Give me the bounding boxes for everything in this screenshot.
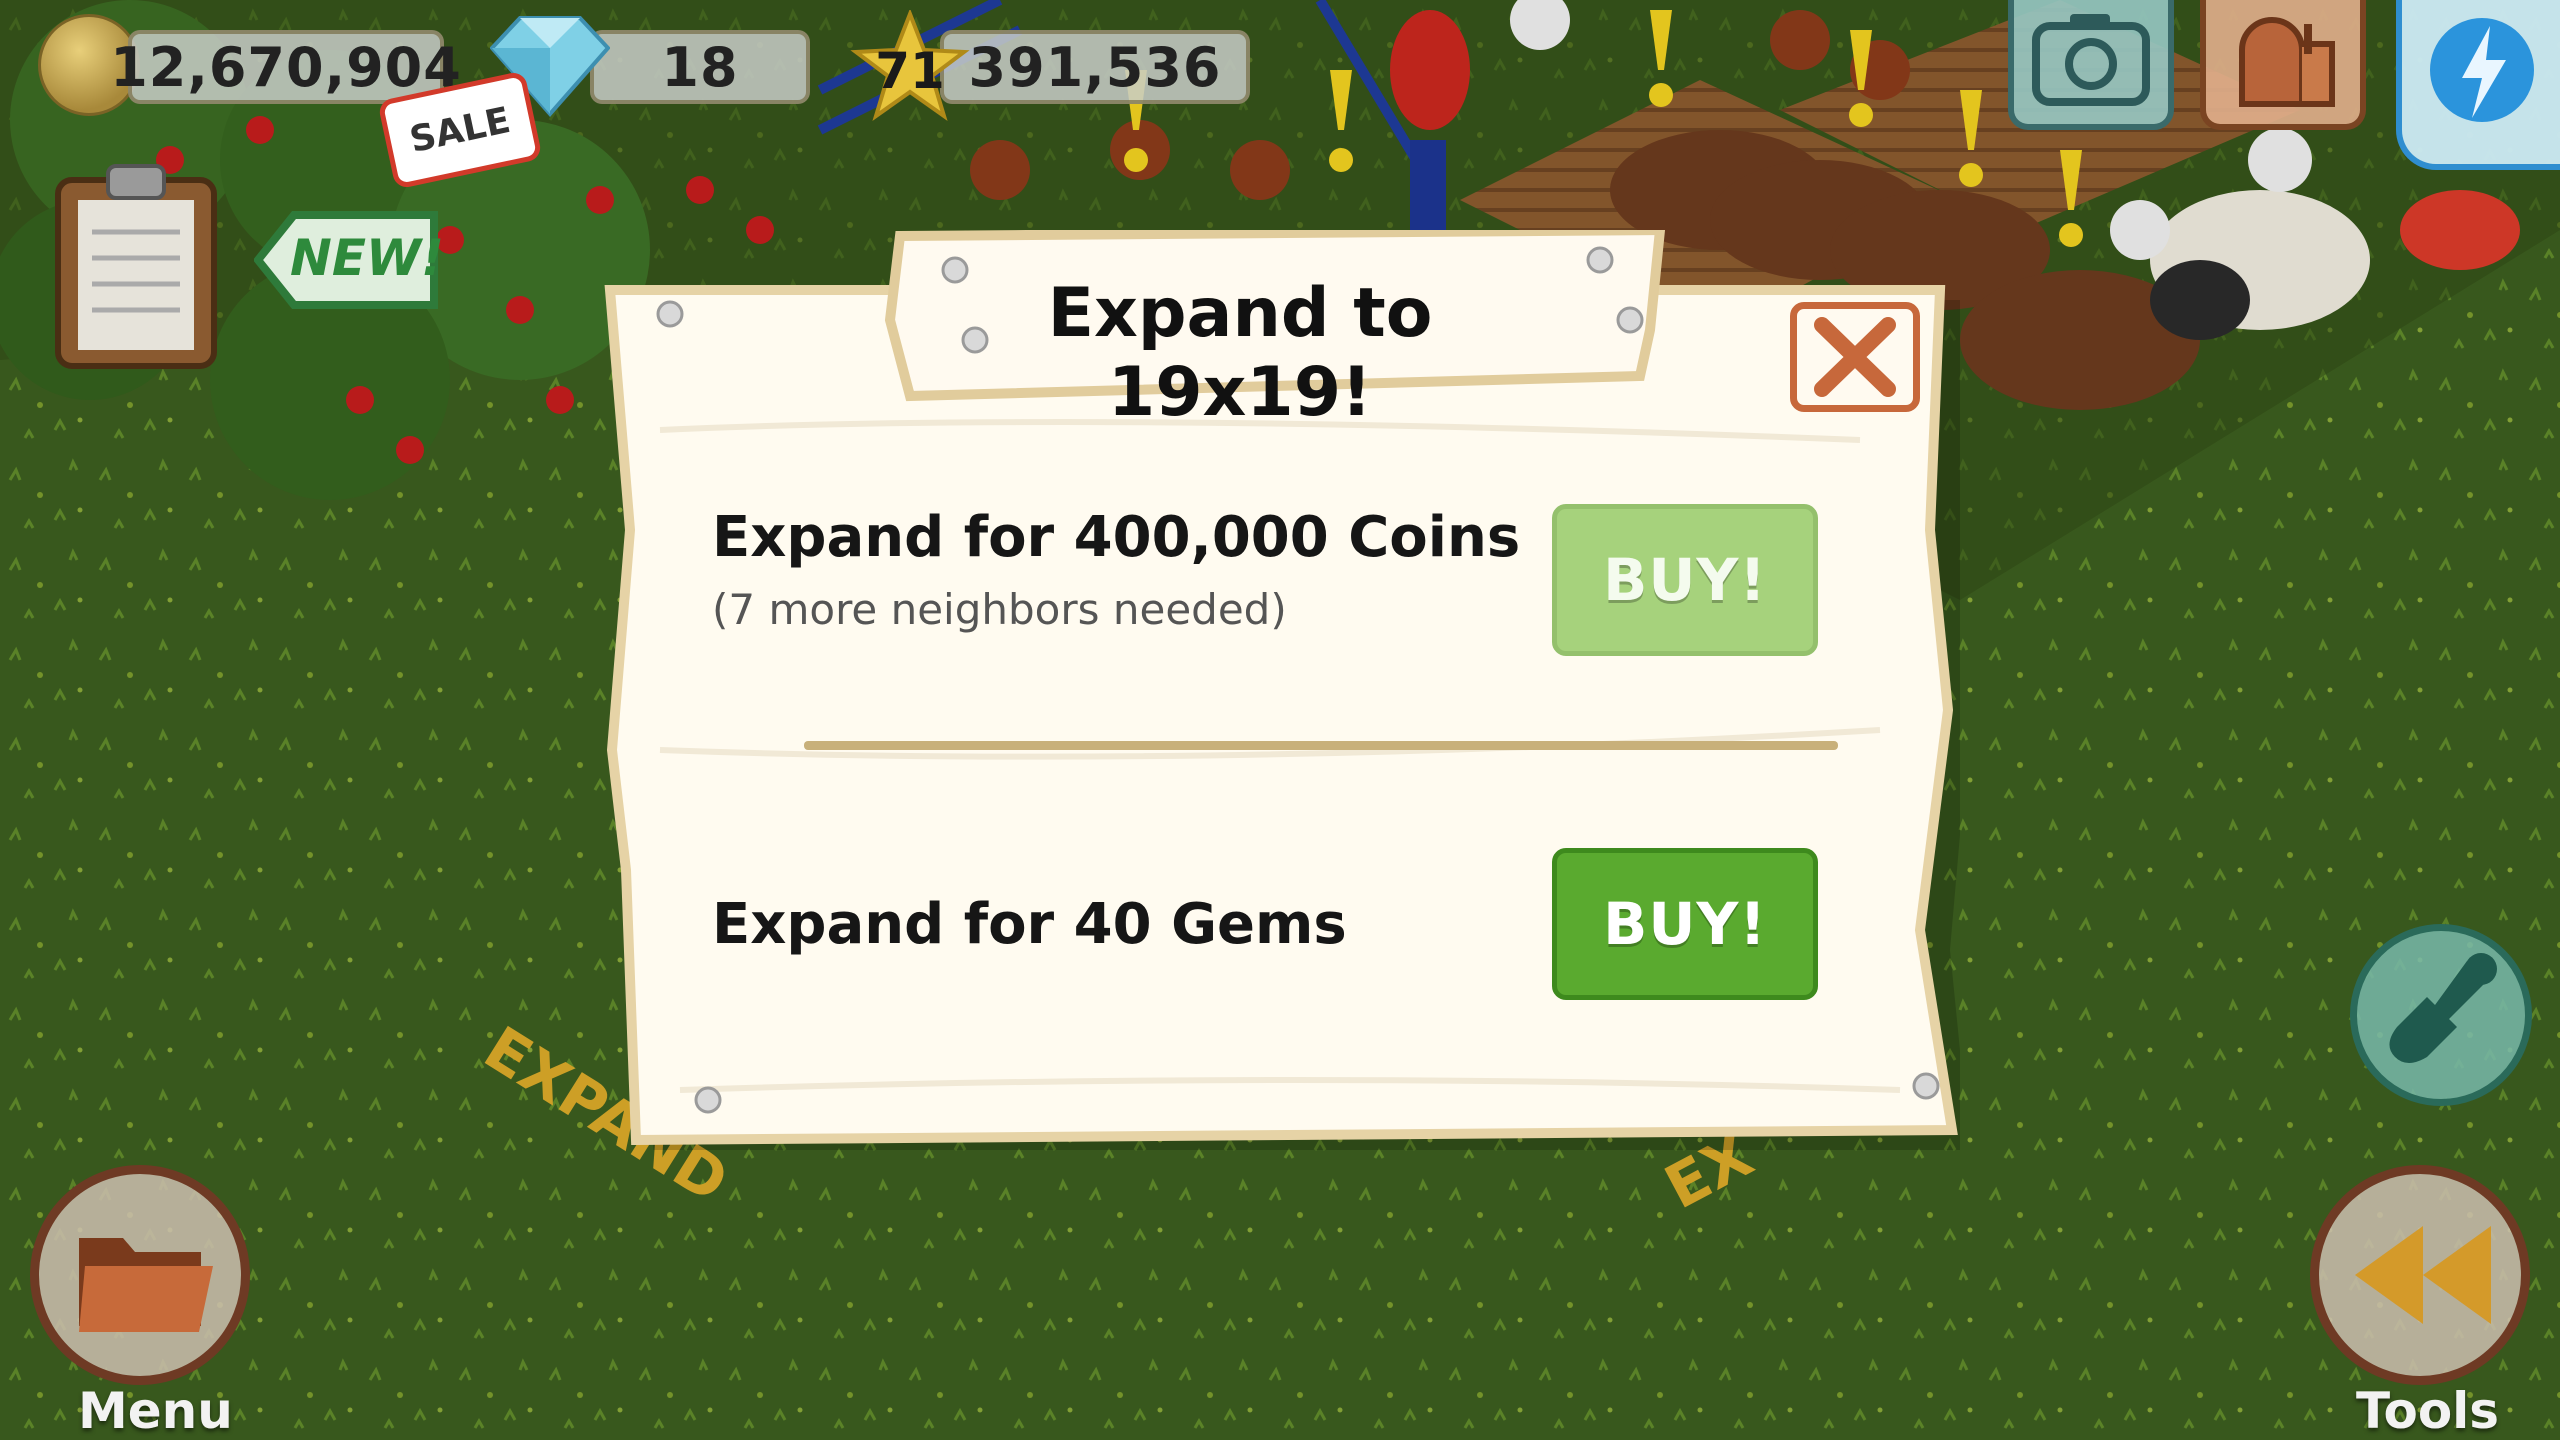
coin-value: 12,670,904 (110, 30, 461, 104)
camera-button[interactable] (2008, 0, 2174, 130)
mailbox-button[interactable] (2200, 0, 2366, 130)
close-icon (1814, 317, 1896, 397)
buy-gems-button[interactable]: BUY! (1552, 848, 1818, 1000)
tools-button[interactable] (2310, 1165, 2530, 1385)
mailbox-icon (2239, 17, 2335, 107)
menu-button[interactable] (30, 1165, 250, 1385)
neighbors-needed-note: (7 more neighbors needed) (712, 585, 1287, 634)
expand-gems-title: Expand for 40 Gems (712, 892, 1347, 957)
folder-icon (79, 1238, 213, 1332)
close-button[interactable] (1790, 302, 1920, 412)
new-label: NEW! (290, 229, 444, 287)
expand-coins-title: Expand for 400,000 Coins (712, 505, 1521, 570)
expand-dialog: Expand to 19x19! (600, 230, 1960, 1150)
tools-label: Tools (2356, 1382, 2500, 1440)
buy-coins-button[interactable]: BUY! (1552, 504, 1818, 656)
gem-value: 18 (590, 30, 810, 104)
shovel-button[interactable] (2350, 924, 2532, 1106)
social-button[interactable] (2396, 0, 2560, 170)
sale-label: SALE (406, 99, 514, 161)
xp-value: 391,536 (940, 30, 1250, 104)
option-divider (804, 741, 1838, 750)
dialog-title: Expand to 19x19! (1047, 274, 1433, 432)
rewind-icon (2355, 1226, 2491, 1324)
clipboard-button[interactable] (52, 162, 220, 372)
lightning-globe-icon (2430, 18, 2534, 122)
camera-icon (2032, 14, 2150, 106)
clipboard-icon (55, 164, 217, 369)
new-sign[interactable]: NEW! (254, 205, 444, 315)
menu-label: Menu (78, 1382, 233, 1440)
level-value: 71 (875, 42, 945, 100)
shovel-icon (2389, 953, 2497, 1063)
